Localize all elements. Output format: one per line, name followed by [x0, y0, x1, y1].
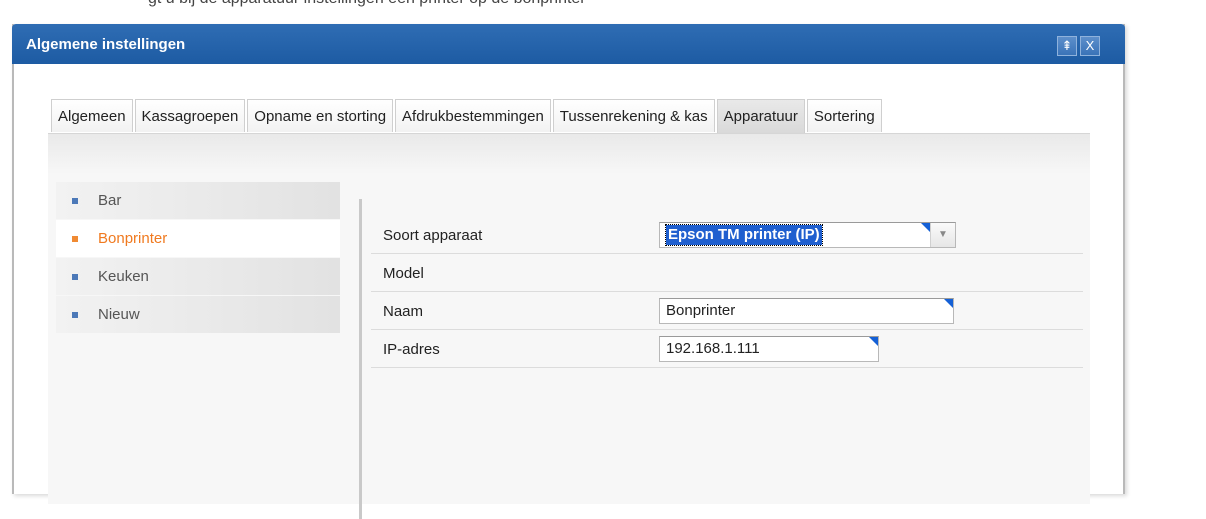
- square-bullet-icon: [72, 312, 78, 318]
- ip-value: 192.168.1.111: [666, 340, 760, 357]
- device-type-label: Soort apparaat: [383, 227, 483, 244]
- square-bullet-icon: [72, 198, 78, 204]
- form-row-device-type: Soort apparaat Epson TM printer (IP) ▼: [371, 216, 1083, 254]
- form-row-ip: IP-adres 192.168.1.111: [371, 330, 1083, 368]
- dialog-title: Algemene instellingen: [26, 36, 186, 53]
- form-row-name: Naam Bonprinter: [371, 292, 1083, 330]
- model-label: Model: [383, 265, 424, 282]
- tab-kassagroepen[interactable]: Kassagroepen: [134, 99, 246, 132]
- chevron-down-icon[interactable]: ▼: [930, 223, 955, 247]
- device-item-label: Keuken: [98, 268, 149, 285]
- tab-opname-en-storting[interactable]: Opname en storting: [247, 99, 394, 132]
- device-item-label: Bar: [98, 192, 122, 209]
- ip-address-input[interactable]: 192.168.1.111: [659, 336, 879, 362]
- ip-label: IP-adres: [383, 341, 440, 358]
- device-item-keuken[interactable]: Keuken: [56, 258, 340, 295]
- form-row-model: Model: [371, 254, 1083, 292]
- tab-algemeen[interactable]: Algemeen: [51, 99, 133, 132]
- device-item-label: Nieuw: [98, 306, 140, 323]
- required-marker-icon: [869, 337, 878, 346]
- panel-splitter[interactable]: [359, 199, 362, 519]
- device-list: Bar Bonprinter Keuken Nieuw: [56, 182, 340, 334]
- required-marker-icon: [944, 299, 953, 308]
- settings-dialog: Algemene instellingen ⇞ X Algemeen Kassa…: [12, 24, 1125, 519]
- pin-button[interactable]: ⇞: [1057, 36, 1077, 56]
- tab-sortering[interactable]: Sortering: [806, 99, 882, 132]
- device-item-bonprinter[interactable]: Bonprinter: [56, 220, 340, 257]
- tab-tussenrekening-kas[interactable]: Tussenrekening & kas: [552, 99, 715, 132]
- name-input[interactable]: Bonprinter: [659, 298, 954, 324]
- device-type-select[interactable]: Epson TM printer (IP) ▼: [659, 222, 956, 248]
- device-item-bar[interactable]: Bar: [56, 182, 340, 219]
- name-label: Naam: [383, 303, 424, 320]
- close-icon: X: [1085, 38, 1095, 53]
- apparatuur-panel: Bar Bonprinter Keuken Nieuw Soort appara…: [48, 133, 1090, 519]
- page-caption-text: gt u bij de apparatuur instellingen een …: [148, 0, 586, 8]
- tab-afdrukbestemmingen[interactable]: Afdrukbestemmingen: [395, 99, 551, 132]
- dialog-titlebar: Algemene instellingen ⇞ X: [12, 24, 1125, 64]
- device-form: Soort apparaat Epson TM printer (IP) ▼ M…: [371, 216, 1083, 368]
- device-item-nieuw[interactable]: Nieuw: [56, 296, 340, 333]
- page-caption: gt u bij de apparatuur instellingen een …: [0, 0, 1206, 20]
- required-marker-icon: [921, 223, 930, 232]
- square-bullet-icon: [72, 274, 78, 280]
- tab-apparatuur[interactable]: Apparatuur: [716, 99, 805, 133]
- settings-tabs: Algemeen Kassagroepen Opname en storting…: [51, 99, 884, 133]
- name-value: Bonprinter: [666, 302, 736, 319]
- device-type-value: Epson TM printer (IP): [665, 224, 823, 246]
- pin-icon: ⇞: [1061, 38, 1073, 53]
- square-bullet-icon: [72, 236, 78, 242]
- close-button[interactable]: X: [1080, 36, 1100, 56]
- device-item-label: Bonprinter: [98, 230, 168, 247]
